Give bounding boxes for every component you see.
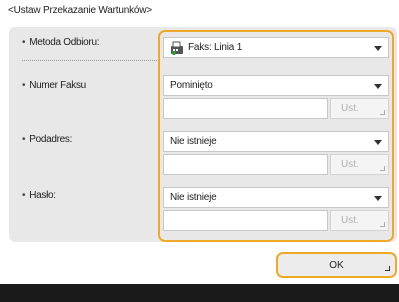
ok-button-label: OK: [329, 260, 344, 271]
bullet: •: [22, 37, 26, 48]
fax-number-label-row: • Numer Faksu: [22, 80, 86, 91]
dialog-title: <Ustaw Przekazanie Wartunków>: [8, 5, 152, 16]
password-label-row: • Hasło:: [22, 190, 56, 201]
fax-number-label: Numer Faksu: [29, 80, 86, 91]
ok-button[interactable]: OK: [276, 252, 397, 278]
method-label: Metoda Odbioru:: [29, 37, 100, 48]
focus-highlight: [158, 30, 394, 242]
method-label-row: • Metoda Odbioru:: [22, 37, 100, 48]
subaddress-label: Podadres:: [29, 134, 73, 145]
bottom-bar: [0, 284, 399, 302]
bullet: •: [22, 134, 26, 145]
divider: [22, 60, 159, 61]
corner-mark: [385, 266, 390, 271]
bullet: •: [22, 190, 26, 201]
bullet: •: [22, 80, 26, 91]
password-label: Hasło:: [29, 190, 56, 201]
subaddress-label-row: • Podadres:: [22, 134, 72, 145]
